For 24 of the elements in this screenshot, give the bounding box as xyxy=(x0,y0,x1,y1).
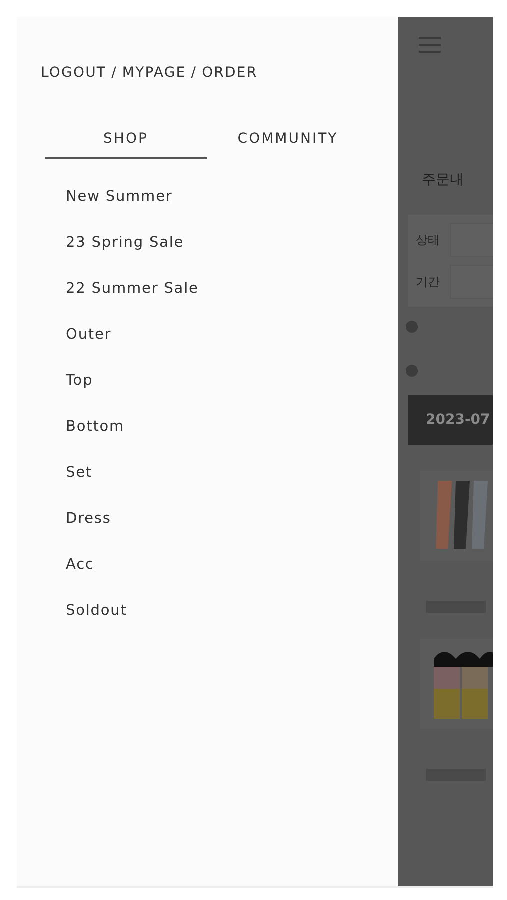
radio-icon xyxy=(406,365,418,377)
menu-icon xyxy=(419,37,441,53)
menu-item[interactable]: Bottom xyxy=(66,417,125,437)
menu-item[interactable]: 23 Spring Sale xyxy=(66,233,184,253)
menu-tab[interactable]: COMMUNITY xyxy=(207,131,369,159)
filter-label: 기간 xyxy=(416,274,440,290)
account-link[interactable]: ORDER xyxy=(202,65,258,81)
separator: / xyxy=(191,65,198,81)
menu-item[interactable]: Top xyxy=(66,371,94,391)
menu-tab[interactable]: SHOP xyxy=(45,131,207,159)
menu-item[interactable]: Outer xyxy=(66,325,112,345)
order-date: 2023-07 xyxy=(426,412,490,428)
account-link[interactable]: LOGOUT xyxy=(41,65,107,81)
menu-item[interactable]: Dress xyxy=(66,509,112,529)
menu-item[interactable]: 22 Summer Sale xyxy=(66,279,199,299)
menu-item[interactable]: Set xyxy=(66,463,93,483)
account-link[interactable]: MYPAGE xyxy=(122,65,186,81)
radio-icon xyxy=(406,321,418,333)
menu-item[interactable]: Soldout xyxy=(66,601,128,621)
filter-label: 상태 xyxy=(416,232,440,248)
menu-item[interactable]: New Summer xyxy=(66,187,173,207)
page-title: 주문내 xyxy=(422,171,465,189)
separator: / xyxy=(112,65,118,81)
menu-item[interactable]: Acc xyxy=(66,555,94,575)
